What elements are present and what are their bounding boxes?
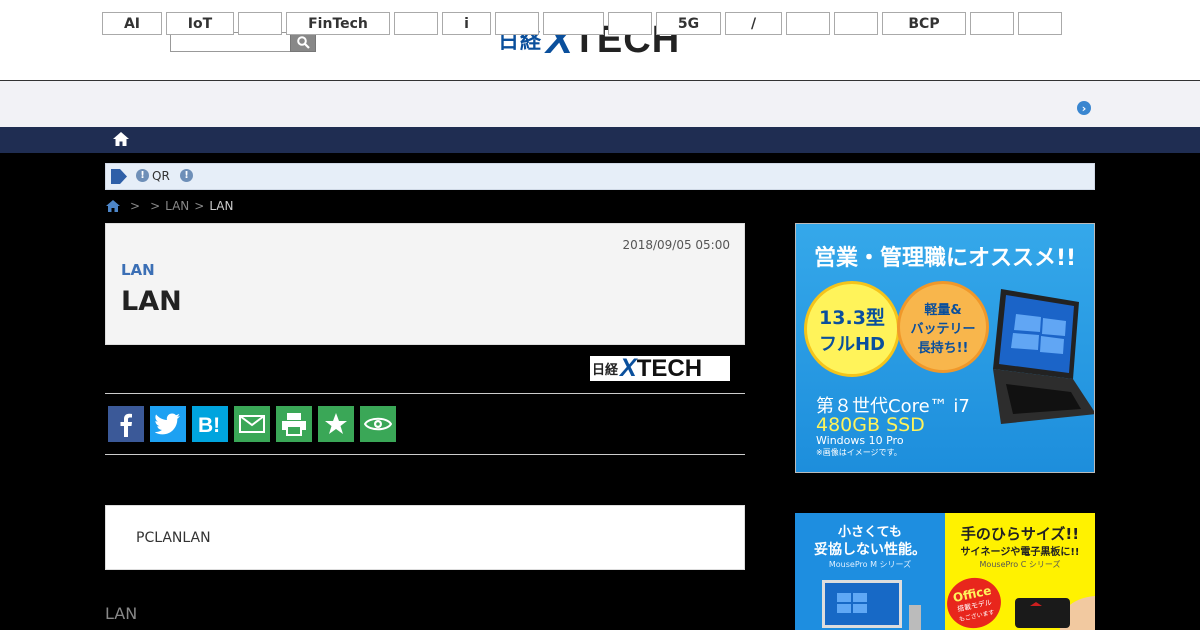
category-tab[interactable]: FinTech (286, 12, 390, 35)
ad-note: ※画像はイメージです。 (816, 448, 902, 457)
ad-badge-resolution: フルHD (818, 333, 885, 355)
twitter-share-button[interactable] (150, 406, 186, 442)
home-icon[interactable] (105, 199, 121, 213)
category-tab[interactable] (543, 12, 604, 35)
category-tab[interactable]: BCP (882, 12, 966, 35)
eye-icon (364, 417, 392, 431)
article-header: 2018/09/05 05:00 LAN LAN (105, 223, 745, 345)
print-icon (282, 413, 306, 436)
twitter-icon (155, 413, 180, 435)
ad-badge-display: 13.3型 フルHD (804, 281, 900, 377)
category-tab[interactable]: / (725, 12, 782, 35)
search-button[interactable] (290, 32, 316, 52)
home-icon[interactable] (112, 131, 130, 147)
article-category-link[interactable]: LAN (121, 261, 155, 279)
category-tab[interactable] (834, 12, 878, 35)
info-icon[interactable]: ! (180, 169, 193, 182)
laptop-image (993, 289, 1094, 424)
ad-left-series: MousePro M シリーズ (828, 560, 912, 569)
hatena-share-button[interactable]: B! (192, 406, 228, 442)
category-tab[interactable]: IoT (166, 12, 234, 35)
source-logo: 日経 X TECH (590, 354, 730, 382)
category-tab[interactable] (495, 12, 539, 35)
facebook-icon (120, 413, 132, 437)
breadcrumb-link[interactable]: LAN (165, 199, 189, 213)
article-body-text: LAN (105, 604, 138, 623)
facebook-share-button[interactable] (108, 406, 144, 442)
ad-storage: 480GB SSD (816, 414, 925, 436)
search-input[interactable] (170, 32, 291, 52)
svg-text:B!: B! (198, 414, 220, 435)
article-title: LAN (121, 286, 182, 317)
ad-banner-laptop[interactable]: 営業・管理職にオススメ!! 13.3型 フルHD 軽量& バッテリー 長持ち!!… (795, 223, 1095, 473)
category-tab[interactable]: i (442, 12, 491, 35)
category-tab[interactable] (608, 12, 652, 35)
chevron-right-icon[interactable]: › (1077, 101, 1091, 115)
divider (105, 454, 745, 455)
category-tab[interactable] (394, 12, 438, 35)
minipc-image (1015, 596, 1095, 630)
ad-badge-size: 13.3型 (819, 306, 885, 329)
divider (105, 393, 745, 394)
category-nav (0, 81, 1200, 127)
breadcrumb-separator: > (194, 199, 205, 213)
mail-share-button[interactable] (234, 406, 270, 442)
ad-right-l1: 手のひらサイズ!! (960, 525, 1080, 543)
category-tab[interactable] (970, 12, 1014, 35)
notice-arrow-icon (111, 169, 127, 184)
star-icon (325, 413, 347, 434)
breadcrumb-separator: > (150, 199, 161, 213)
article-summary: PCLANLAN (105, 505, 745, 570)
breadcrumb-current: LAN (209, 199, 234, 213)
notice-qr-label[interactable]: QR (152, 169, 170, 183)
source-logo-nikkei-text: 日経 (592, 363, 619, 378)
ad-badge-battery-l1: 軽量& (924, 302, 962, 318)
mail-icon (239, 415, 265, 433)
search-icon (296, 35, 310, 49)
hatena-bookmark-icon: B! (198, 414, 220, 435)
info-icon[interactable]: ! (136, 169, 149, 182)
favorite-button[interactable] (318, 406, 354, 442)
watch-button[interactable] (360, 406, 396, 442)
ad-headline: 営業・管理職にオススメ!! (814, 246, 1077, 271)
summary-text: PCLANLAN (136, 530, 211, 546)
ad-os: Windows 10 Pro (816, 434, 904, 447)
source-logo-x-text: X (620, 354, 637, 382)
article-date: 2018/09/05 05:00 (622, 238, 730, 252)
ad-left-l2: 妥協しない性能。 (814, 542, 926, 558)
category-tab[interactable]: AI (102, 12, 162, 35)
notice-bar (105, 163, 1095, 190)
source-logo-tech-text: TECH (636, 354, 703, 382)
category-tab[interactable]: 5G (656, 12, 721, 35)
category-tab[interactable] (238, 12, 282, 35)
ad-right-l2: サイネージや電子黒板に!! (960, 547, 1080, 558)
category-tab[interactable] (1018, 12, 1062, 35)
print-button[interactable] (276, 406, 312, 442)
ad-right-series: MousePro C シリーズ (979, 560, 1061, 569)
global-nav-bar (0, 127, 1200, 153)
category-tab[interactable] (786, 12, 830, 35)
ad-left-l1: 小さくても (838, 525, 902, 540)
monitor-image (822, 580, 921, 630)
ad-banner-minipc[interactable]: 小さくても 妥協しない性能。 MousePro M シリーズ 手のひらサイズ!!… (795, 513, 1095, 630)
breadcrumb-separator: > (130, 199, 141, 213)
breadcrumb: > > LAN > LAN (105, 197, 234, 215)
